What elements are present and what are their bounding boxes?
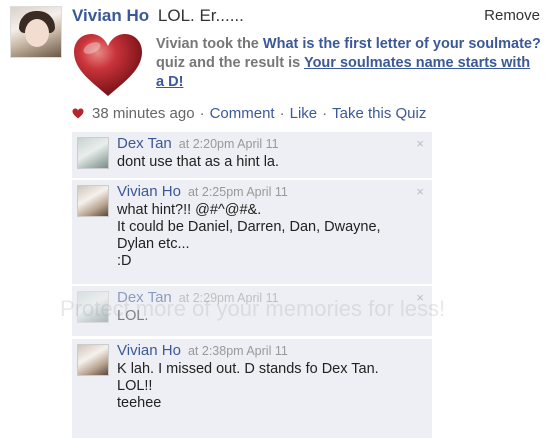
comment-time: at 2:25pm April 11 xyxy=(187,185,288,199)
quiz-title-link[interactable]: What is the first letter of your soulmat… xyxy=(263,36,541,52)
comment-text: LOL. xyxy=(117,308,149,324)
separator: · xyxy=(199,105,205,122)
post-author-name[interactable]: Vivian Ho xyxy=(72,6,149,25)
heart-icon xyxy=(72,108,84,119)
quiz-prefix: Vivian took the xyxy=(156,36,263,52)
comment-body: Dex Tan at 2:20pm April 11 dont use that… xyxy=(117,135,417,171)
post-timestamp: 38 minutes ago xyxy=(92,105,195,122)
commenter-avatar[interactable] xyxy=(77,291,109,323)
comment-item: Dex Tan at 2:20pm April 11 dont use that… xyxy=(72,132,432,178)
comment-item: Vivian Ho at 2:38pm April 11 K lah. I mi… xyxy=(72,339,432,438)
post-meta-row: 38 minutes ago · Comment · Like · Take t… xyxy=(72,105,426,122)
post-author-avatar[interactable] xyxy=(10,6,62,58)
quiz-story-text: Vivian took the What is the first letter… xyxy=(156,35,542,92)
like-link[interactable]: Like xyxy=(290,105,318,122)
take-quiz-link[interactable]: Take this Quiz xyxy=(332,105,426,122)
commenter-avatar[interactable] xyxy=(77,344,109,376)
avatar-face xyxy=(25,19,49,47)
commenter-avatar[interactable] xyxy=(77,185,109,217)
close-icon[interactable]: × xyxy=(416,290,424,305)
comment-item: Dex Tan at 2:29pm April 11 LOL. × xyxy=(72,286,432,336)
separator: · xyxy=(279,105,285,122)
comment-list: Dex Tan at 2:20pm April 11 dont use that… xyxy=(72,132,432,438)
remove-button[interactable]: Remove xyxy=(484,7,540,24)
commenter-name[interactable]: Dex Tan xyxy=(117,135,172,152)
post-status-text: LOL. Er...... xyxy=(157,6,244,25)
comment-text: what hint?!! @#^@#&. It could be Daniel,… xyxy=(117,202,381,269)
comment-link[interactable]: Comment xyxy=(210,105,275,122)
commenter-name[interactable]: Dex Tan xyxy=(117,289,172,306)
comment-body: Vivian Ho at 2:25pm April 11 what hint?!… xyxy=(117,183,417,270)
comment-item: Vivian Ho at 2:25pm April 11 what hint?!… xyxy=(72,180,432,284)
comment-body: Vivian Ho at 2:38pm April 11 K lah. I mi… xyxy=(117,342,417,412)
comment-time: at 2:29pm April 11 xyxy=(178,291,279,305)
commenter-avatar[interactable] xyxy=(77,137,109,169)
comment-text: K lah. I missed out. D stands fo Dex Tan… xyxy=(117,361,379,411)
quiz-middle: quiz and the result is xyxy=(156,55,304,71)
comment-text: dont use that as a hint la. xyxy=(117,154,280,170)
commenter-name[interactable]: Vivian Ho xyxy=(117,342,181,359)
comment-time: at 2:38pm April 11 xyxy=(187,344,288,358)
post-header: Vivian Ho LOL. Er...... xyxy=(72,6,244,26)
heart-icon xyxy=(74,34,142,96)
separator: · xyxy=(322,105,328,122)
close-icon[interactable]: × xyxy=(416,184,424,199)
commenter-name[interactable]: Vivian Ho xyxy=(117,183,181,200)
comment-body: Dex Tan at 2:29pm April 11 LOL. xyxy=(117,289,417,325)
close-icon[interactable]: × xyxy=(416,136,424,151)
comment-time: at 2:20pm April 11 xyxy=(178,137,279,151)
